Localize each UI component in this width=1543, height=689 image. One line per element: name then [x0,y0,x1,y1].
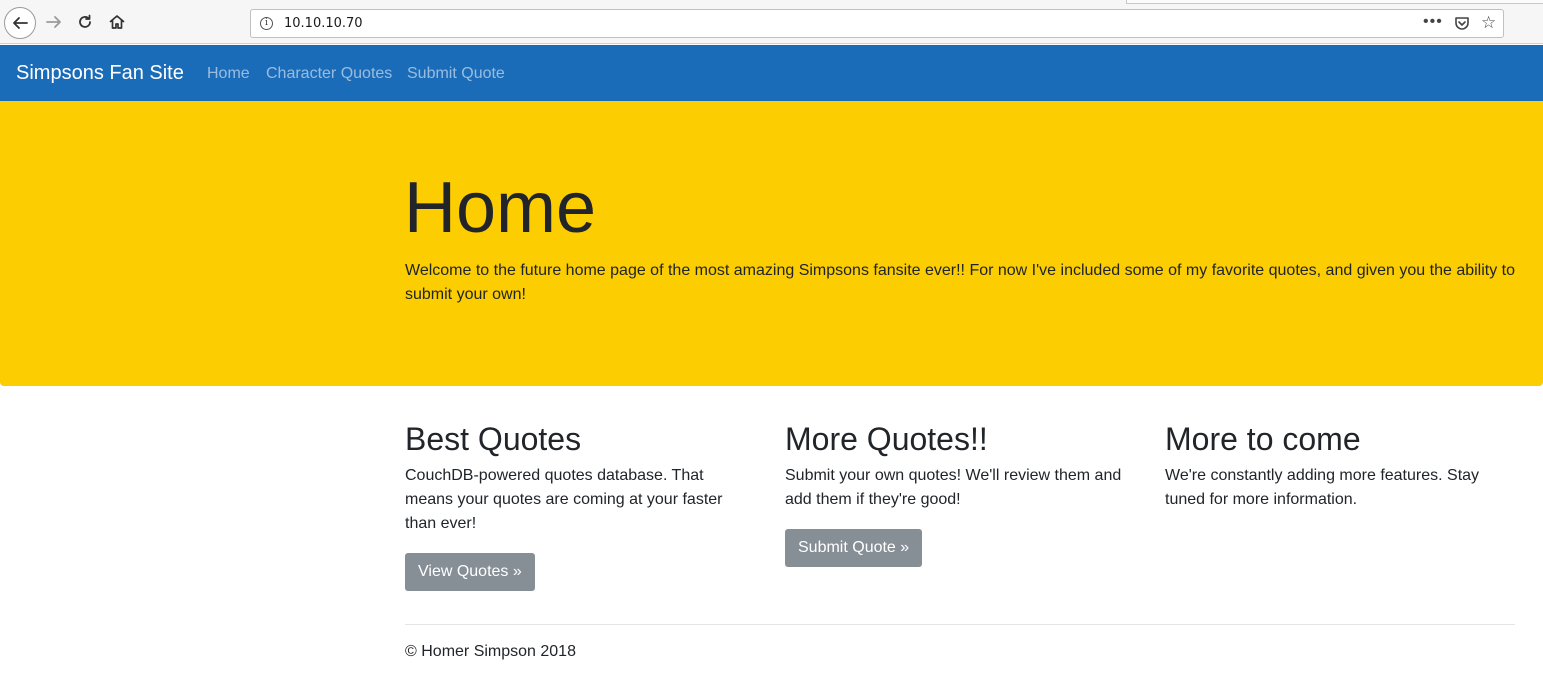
arrow-right-icon [45,13,63,31]
column-text: Submit your own quotes! We'll review the… [785,467,1122,508]
forward-button[interactable] [40,8,68,36]
navbar-brand[interactable]: Simpsons Fan Site [16,62,184,85]
column-heading: More Quotes!! [785,421,988,457]
submit-quote-button[interactable]: Submit Quote » [785,529,923,567]
column-more-quotes: More Quotes!! Submit your own quotes! We… [785,420,1135,567]
page-title: Home [404,168,597,248]
url-text[interactable]: 10.10.10.70 [284,16,363,31]
nav-link-submit-quote[interactable]: Submit Quote [407,65,505,83]
reload-icon [76,13,94,31]
home-button[interactable] [103,8,131,36]
site-navbar: Simpsons Fan Site Home Character Quotes … [0,45,1543,101]
arrow-left-icon [11,14,29,32]
pocket-icon[interactable] [1454,15,1470,36]
tab-strip [1126,0,1543,4]
address-bar[interactable]: i 10.10.10.70 ••• ☆ [250,9,1504,38]
column-heading: More to come [1165,421,1361,457]
footer-copyright: © Homer Simpson 2018 [405,643,576,660]
view-quotes-button[interactable]: View Quotes » [405,553,535,591]
nav-link-character-quotes[interactable]: Character Quotes [266,65,392,83]
lead-text: Welcome to the future home page of the m… [405,262,1516,303]
browser-toolbar: i 10.10.10.70 ••• ☆ [0,0,1543,44]
back-button[interactable] [4,7,36,39]
column-best-quotes: Best Quotes CouchDB-powered quotes datab… [405,420,755,591]
column-more-to-come: More to come We're constantly adding mor… [1165,420,1515,512]
column-heading: Best Quotes [405,421,582,457]
bookmark-star-icon[interactable]: ☆ [1481,14,1496,32]
column-text: We're constantly adding more features. S… [1165,467,1480,508]
nav-link-home[interactable]: Home [207,65,250,83]
column-text: CouchDB-powered quotes database. That me… [405,467,723,532]
page-actions-button[interactable]: ••• [1423,13,1443,31]
home-icon [108,13,126,31]
jumbotron: Home Welcome to the future home page of … [0,101,1543,386]
footer-divider [405,624,1515,625]
reload-button[interactable] [71,8,99,36]
info-icon[interactable]: i [260,17,273,30]
